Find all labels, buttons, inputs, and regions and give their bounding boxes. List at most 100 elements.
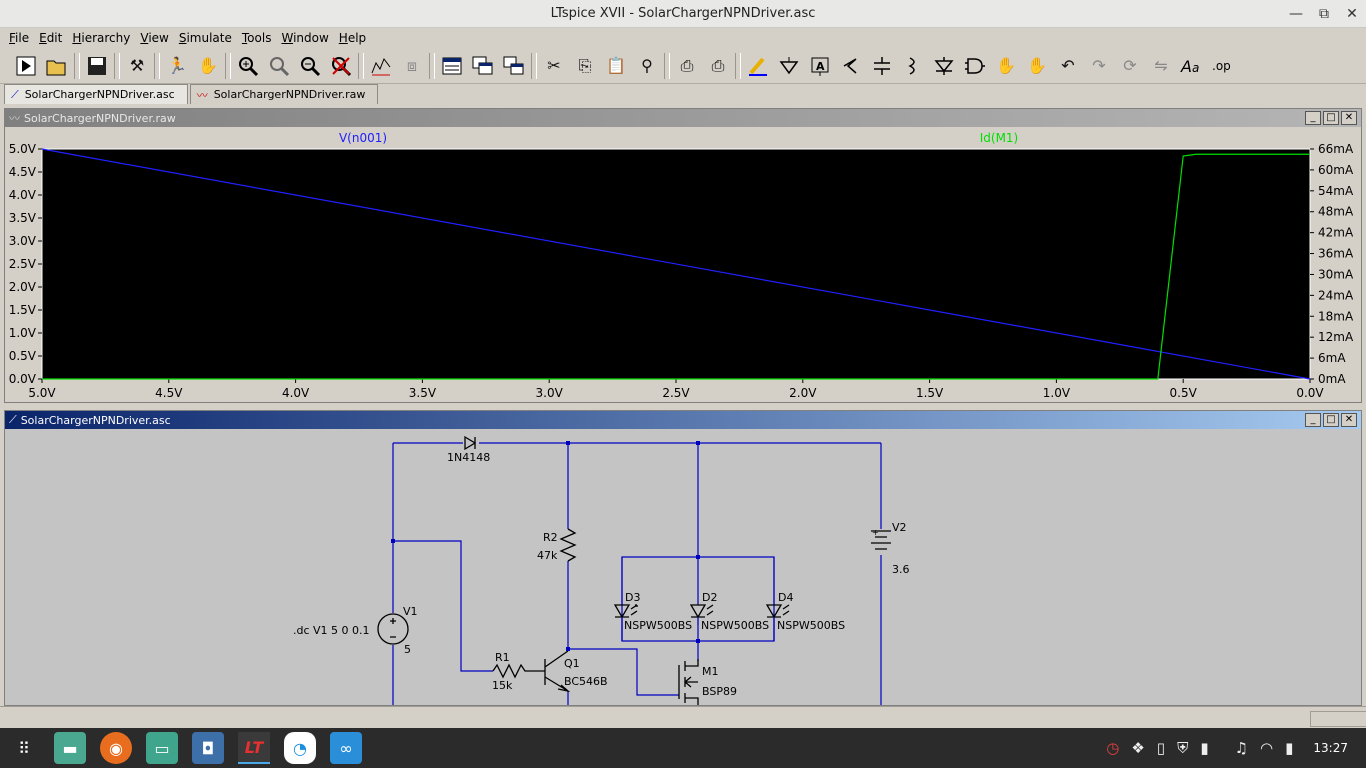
redo-icon[interactable]: ↷ (1085, 52, 1113, 80)
screenshot-icon[interactable]: ◘ (192, 732, 224, 764)
restore-button[interactable]: ⧉ (1310, 0, 1338, 28)
move-icon[interactable]: ✋ (992, 52, 1020, 80)
minimize-button[interactable]: _ (1305, 413, 1321, 427)
label-net-icon[interactable]: A (806, 52, 834, 80)
clipboard-icon[interactable]: ▯ (1157, 739, 1165, 757)
menu-simulate[interactable]: Simulate (174, 31, 237, 45)
print-icon[interactable]: ⎙ (673, 52, 701, 80)
text-icon[interactable]: Aa (1178, 52, 1206, 80)
zoom-in-icon[interactable] (234, 52, 262, 80)
spice-directive-icon[interactable]: .op (1209, 52, 1237, 80)
save-icon[interactable] (83, 52, 111, 80)
resistor-icon[interactable] (837, 52, 865, 80)
minimize-button[interactable]: _ (1305, 111, 1321, 125)
title-bar: LTspice XVII - SolarChargerNPNDriver.asc… (0, 0, 1366, 28)
diode-1n4148[interactable] (464, 435, 477, 451)
taskbar: ⠿ ▬ ◉ ▭ ◘ LT ◔ ∞ ◷ ❖ ▯ ⛨ ▮ ♫ ◠ ▮ 13:27 (0, 728, 1366, 768)
inductor-icon[interactable] (899, 52, 927, 80)
run-icon[interactable] (12, 52, 40, 80)
close-button[interactable]: ✕ (1341, 111, 1357, 125)
menu-edit[interactable]: Edit (34, 31, 67, 45)
close-button[interactable]: ✕ (1338, 0, 1366, 28)
pan-hand-icon[interactable]: ✋ (194, 52, 222, 80)
music-icon[interactable]: ♫ (1235, 739, 1248, 757)
window-list-icon[interactable] (469, 52, 497, 80)
d3-name: D3 (625, 591, 640, 604)
rotate-icon[interactable]: ⟳ (1116, 52, 1144, 80)
new-window-icon[interactable] (438, 52, 466, 80)
ltspice-icon[interactable]: LT (238, 732, 270, 764)
resistor-r2[interactable] (559, 528, 577, 562)
schematic-icon: ⟋ (9, 413, 17, 426)
y-right-tick-label: 0mA (1318, 372, 1346, 386)
clock-icon[interactable]: ◷ (1106, 739, 1119, 757)
browser-icon[interactable]: ◔ (284, 732, 316, 764)
dropbox-icon[interactable]: ❖ (1131, 739, 1144, 757)
tab-waveform[interactable]: 〰 SolarChargerNPNDriver.raw (189, 84, 379, 104)
print-setup-icon[interactable]: ⎙ (704, 52, 732, 80)
minimize-button[interactable]: — (1282, 0, 1310, 28)
menu-hierarchy[interactable]: Hierarchy (67, 31, 135, 45)
y-left-tick-label: 1.0V (9, 326, 37, 340)
waveform-plot[interactable]: 5.0V 4.5V 4.0V 3.5V 3.0V 2.5V 2.0V 1.5V 1.0V 0.5V… (5, 127, 1361, 402)
find-icon[interactable]: ⚲ (633, 52, 661, 80)
menu-view[interactable]: View (135, 31, 173, 45)
mosfet-m1[interactable] (678, 659, 699, 705)
cascade-icon[interactable]: ⧈ (398, 52, 426, 80)
maximize-button[interactable]: □ (1323, 111, 1339, 125)
mirror-icon[interactable]: ⇋ (1147, 52, 1175, 80)
undo-icon[interactable]: ↶ (1054, 52, 1082, 80)
spice-directive[interactable]: .dc V1 5 0 0.1 (293, 624, 370, 637)
schematic-canvas[interactable]: 1N4148 R2 47k V2 + 3.6 V1 5 .dc V1 5 0 0… (5, 429, 1361, 709)
tab-label: SolarChargerNPNDriver.asc (24, 88, 175, 101)
menu-tools[interactable]: Tools (237, 31, 277, 45)
battery-icon[interactable]: ▮ (1285, 739, 1293, 757)
tab-schematic[interactable]: ⟋ SolarChargerNPNDriver.asc (4, 84, 188, 104)
control-panel-icon[interactable]: ⚒ (123, 52, 151, 80)
menu-window[interactable]: Window (276, 31, 333, 45)
ground-icon[interactable] (775, 52, 803, 80)
menu-file[interactable]: File (4, 31, 34, 45)
diode-icon[interactable] (930, 52, 958, 80)
wires (392, 442, 882, 709)
drag-icon[interactable]: ✋ (1023, 52, 1051, 80)
files-icon[interactable]: ▬ (54, 732, 86, 764)
firefox-icon[interactable]: ◉ (100, 732, 132, 764)
draw-wire-icon[interactable] (744, 52, 772, 80)
y-right-tick-label: 24mA (1318, 288, 1354, 302)
svg-text:.op: .op (1212, 59, 1231, 73)
q1-name: Q1 (564, 657, 580, 670)
resistor-r1[interactable] (492, 663, 545, 679)
led-d2[interactable] (689, 604, 707, 619)
legend-v-n001[interactable]: V(n001) (339, 131, 387, 145)
paste-icon[interactable]: 📋 (602, 52, 630, 80)
app-grid-icon[interactable]: ⠿ (8, 732, 40, 764)
component-icon[interactable] (961, 52, 989, 80)
svg-text:A: A (1180, 57, 1192, 76)
capacitor-icon[interactable] (868, 52, 896, 80)
wifi-icon[interactable]: ◠ (1260, 739, 1273, 757)
glasses-icon[interactable]: ∞ (330, 732, 362, 764)
open-icon[interactable] (43, 52, 71, 80)
battery-lock-icon[interactable]: ▮ (1200, 739, 1208, 757)
maximize-button[interactable]: □ (1323, 413, 1339, 427)
cut-icon[interactable]: ✂ (540, 52, 568, 80)
svg-text:A: A (816, 60, 825, 73)
zoom-full-icon[interactable] (265, 52, 293, 80)
copy-icon[interactable]: ⎘ (571, 52, 599, 80)
shield-icon[interactable]: ⛨ (1177, 739, 1188, 757)
close-button[interactable]: ✕ (1341, 413, 1357, 427)
v2-value: 3.6 (892, 563, 910, 576)
zoom-cancel-icon[interactable] (327, 52, 355, 80)
folder-icon[interactable]: ▭ (146, 732, 178, 764)
legend-id-m1[interactable]: Id(M1) (980, 131, 1019, 145)
window-arrange-icon[interactable] (500, 52, 528, 80)
y-left-tick-label: 2.5V (9, 257, 37, 271)
zoom-out-icon[interactable] (296, 52, 324, 80)
x-tick-label: 3.0V (536, 386, 564, 400)
halt-icon[interactable]: 🏃 (163, 52, 191, 80)
menu-help[interactable]: Help (334, 31, 371, 45)
system-tray: ◷ ❖ ▯ ⛨ ▮ ♫ ◠ ▮ 13:27 (1106, 728, 1366, 768)
tile-icon[interactable] (367, 52, 395, 80)
y-left-tick-label: 0.5V (9, 349, 37, 363)
